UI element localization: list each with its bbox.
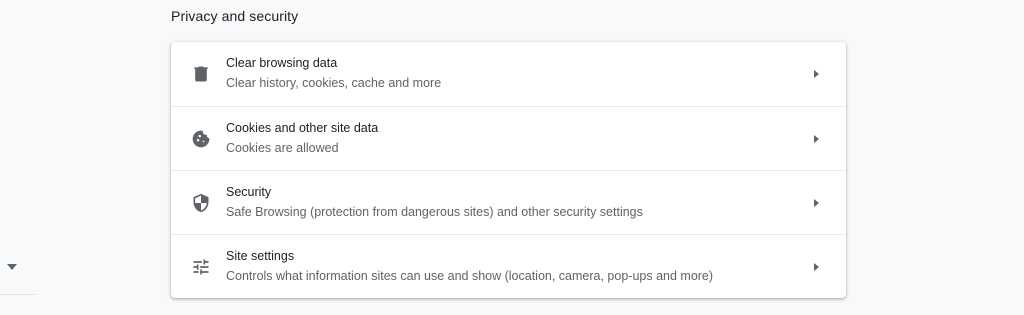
section-title: Privacy and security: [171, 8, 299, 24]
row-label: Site settings: [226, 249, 295, 263]
chevron-right-icon: [811, 262, 821, 272]
tune-icon: [191, 257, 211, 277]
privacy-security-card: Clear browsing data Clear history, cooki…: [171, 42, 846, 298]
chevron-down-icon[interactable]: [6, 261, 18, 273]
chevron-right-icon: [811, 134, 821, 144]
shield-icon: [191, 193, 211, 213]
row-sublabel: Controls what information sites can use …: [226, 269, 714, 283]
row-label: Clear browsing data: [226, 56, 338, 70]
row-text: Security Safe Browsing (protection from …: [226, 184, 643, 221]
row-sublabel: Clear history, cookies, cache and more: [226, 76, 442, 90]
security-row[interactable]: Security Safe Browsing (protection from …: [171, 170, 846, 234]
row-label: Security: [226, 185, 272, 199]
cookie-icon: [191, 129, 211, 149]
cookies-row[interactable]: Cookies and other site data Cookies are …: [171, 106, 846, 170]
row-text: Cookies and other site data Cookies are …: [226, 120, 378, 157]
nav-divider: [0, 294, 36, 295]
chevron-right-icon: [811, 69, 821, 79]
row-sublabel: Cookies are allowed: [226, 141, 339, 155]
row-sublabel: Safe Browsing (protection from dangerous…: [226, 205, 643, 219]
settings-page: Privacy and security Clear browsing data…: [0, 0, 1024, 315]
site-settings-row[interactable]: Site settings Controls what information …: [171, 234, 846, 298]
clear-browsing-data-row[interactable]: Clear browsing data Clear history, cooki…: [171, 42, 846, 106]
trash-icon: [191, 64, 211, 84]
row-label: Cookies and other site data: [226, 121, 379, 135]
row-text: Site settings Controls what information …: [226, 248, 713, 285]
row-text: Clear browsing data Clear history, cooki…: [226, 55, 441, 92]
chevron-right-icon: [811, 198, 821, 208]
